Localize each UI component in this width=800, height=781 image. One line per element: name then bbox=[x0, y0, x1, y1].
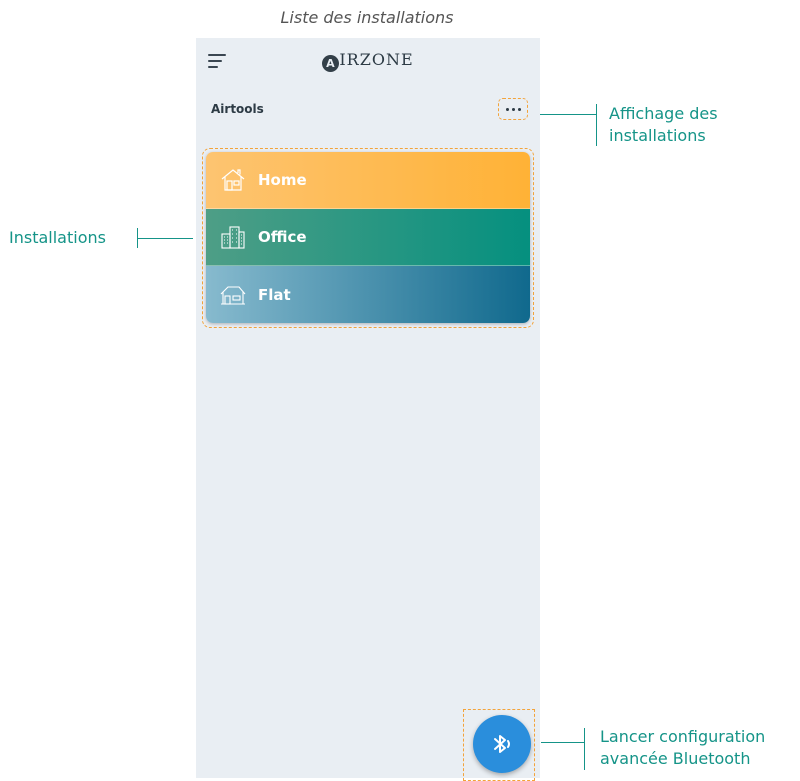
callout-installations: Installations bbox=[9, 228, 106, 247]
callout-line-installations bbox=[137, 238, 193, 239]
logo-mark: A bbox=[322, 55, 340, 72]
installation-card-flat[interactable]: Flat bbox=[206, 266, 530, 323]
callout-bluetooth-line2: avancée Bluetooth bbox=[600, 749, 751, 768]
document-title: Liste des installations bbox=[280, 8, 454, 27]
callout-display-line1: Affichage des bbox=[609, 104, 718, 123]
callout-line-bluetooth bbox=[541, 742, 584, 743]
more-options-button[interactable] bbox=[498, 98, 528, 120]
installation-card-office[interactable]: Office bbox=[206, 209, 530, 266]
more-dot bbox=[511, 107, 515, 111]
more-dots-icon bbox=[505, 107, 509, 111]
house-icon bbox=[221, 169, 245, 191]
app-screen: A IRZONE Airtools Home Office Flat bbox=[196, 38, 540, 781]
callout-bluetooth-line1: Lancer configuration bbox=[600, 727, 766, 746]
installation-card-home[interactable]: Home bbox=[206, 152, 530, 209]
more-dot bbox=[517, 107, 521, 111]
bluetooth-config-button[interactable] bbox=[473, 715, 531, 773]
airzone-logo: A IRZONE bbox=[196, 50, 540, 72]
callout-display-line2: installations bbox=[609, 126, 706, 145]
logo-text: IRZONE bbox=[339, 50, 414, 69]
section-label-airtools: Airtools bbox=[211, 102, 264, 116]
installations-list: Home Office Flat bbox=[206, 152, 530, 323]
installation-label: Flat bbox=[258, 285, 291, 304]
callout-bracket-bluetooth bbox=[584, 728, 585, 770]
callout-display-installations: Affichage des installations bbox=[609, 103, 718, 147]
callout-bracket-display bbox=[596, 104, 597, 146]
office-building-icon bbox=[221, 226, 245, 249]
installation-label: Home bbox=[258, 171, 307, 189]
bluetooth-icon bbox=[494, 735, 510, 753]
installation-label: Office bbox=[258, 228, 307, 246]
callout-bluetooth: Lancer configuration avancée Bluetooth bbox=[600, 726, 765, 770]
callout-line-display bbox=[540, 114, 596, 115]
flat-building-icon bbox=[220, 285, 246, 305]
